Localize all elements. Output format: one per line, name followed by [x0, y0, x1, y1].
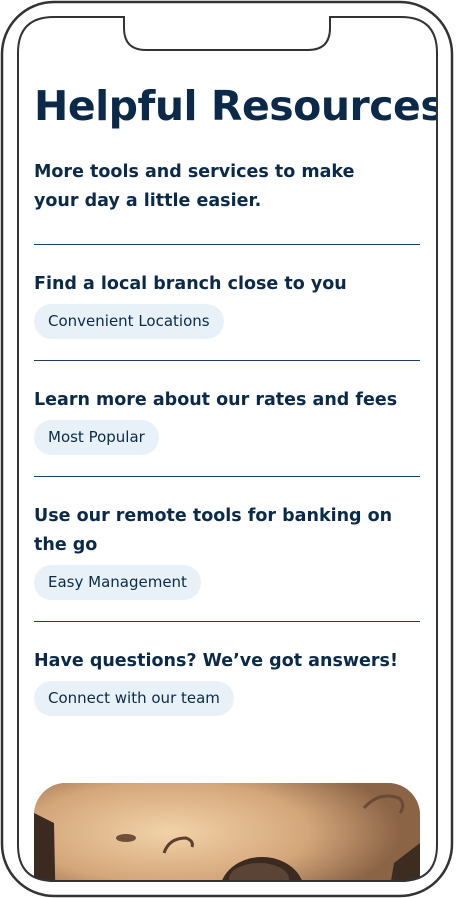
car-interior-photo	[34, 783, 420, 882]
convenient-locations-link[interactable]: Convenient Locations	[34, 304, 224, 339]
resource-heading-remote: Use our remote tools for banking on the …	[34, 506, 393, 555]
page-title: Helpful Resources	[34, 82, 438, 130]
photo-illustration	[34, 783, 420, 882]
divider	[34, 244, 420, 245]
most-popular-link[interactable]: Most Popular	[34, 420, 159, 455]
phone-mockup: Helpful Resources More tools and service…	[0, 0, 459, 898]
connect-with-team-link[interactable]: Connect with our team	[34, 681, 234, 716]
divider	[34, 476, 420, 477]
resource-heading-rates: Learn more about our rates and fees	[34, 390, 398, 410]
divider	[34, 621, 420, 622]
resource-heading-questions: Have questions? We’ve got answers!	[34, 651, 398, 671]
resource-heading-branch: Find a local branch close to you	[34, 274, 347, 294]
divider	[34, 360, 420, 361]
phone-screen: Helpful Resources More tools and service…	[18, 16, 438, 882]
page-subtitle: More tools and services to make your day…	[34, 162, 355, 211]
easy-management-link[interactable]: Easy Management	[34, 565, 201, 600]
